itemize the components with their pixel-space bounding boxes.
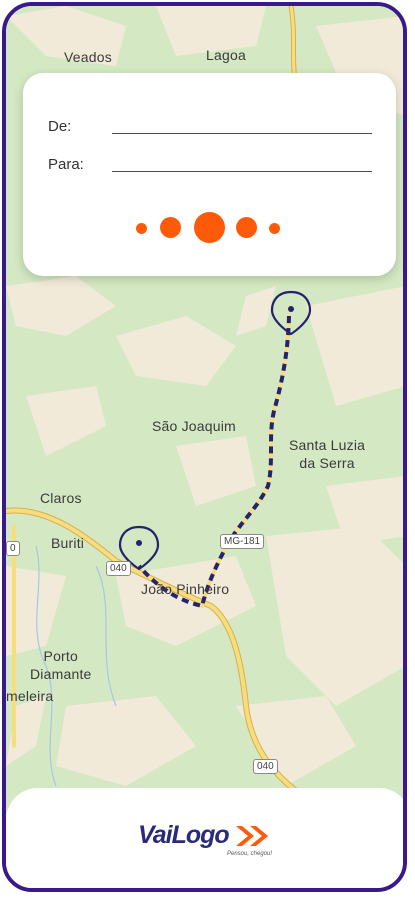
place-lagoa: Lagoa xyxy=(206,47,246,63)
road-shield-040: 040 xyxy=(106,561,131,576)
place-joao-pinheiro: João Pinheiro xyxy=(141,581,230,597)
place-porto-diamante: Porto Diamante xyxy=(30,648,92,682)
road-shield-040-south: 040 xyxy=(253,759,278,774)
route-search-card: De: Para: xyxy=(23,73,396,276)
place-santa-luzia-da-serra: Santa Luzia da Serra xyxy=(289,437,366,471)
loading-dot xyxy=(160,217,181,238)
place-meleira: meleira xyxy=(6,688,54,704)
loading-dot xyxy=(194,212,225,243)
place-buriti: Buriti xyxy=(51,535,85,551)
to-label: Para: xyxy=(48,156,84,173)
road-shield-mg181: MG-181 xyxy=(220,534,265,549)
place-sao-joaquim: São Joaquim xyxy=(152,418,236,434)
vailogo-logo: VaiLogo Pensou, chegou! xyxy=(138,818,278,866)
logo-tagline: Pensou, chegou! xyxy=(227,851,273,857)
bottom-bar: VaiLogo Pensou, chegou! xyxy=(6,788,403,888)
logo-wordmark: VaiLogo xyxy=(138,821,230,849)
loading-dot xyxy=(136,223,147,234)
double-chevron-icon xyxy=(236,826,268,846)
loading-dot xyxy=(236,217,257,238)
loading-indicator xyxy=(23,206,396,250)
phone-frame: Veados Lagoa São Joaquim Santa Luzia da … xyxy=(2,2,407,892)
loading-dot xyxy=(269,223,280,234)
place-veados: Veados xyxy=(64,49,112,65)
from-input[interactable] xyxy=(112,133,372,134)
road-shield-edge: 0 xyxy=(6,541,20,556)
to-input[interactable] xyxy=(112,171,372,172)
from-label: De: xyxy=(48,118,72,135)
place-claros: Claros xyxy=(40,490,82,506)
